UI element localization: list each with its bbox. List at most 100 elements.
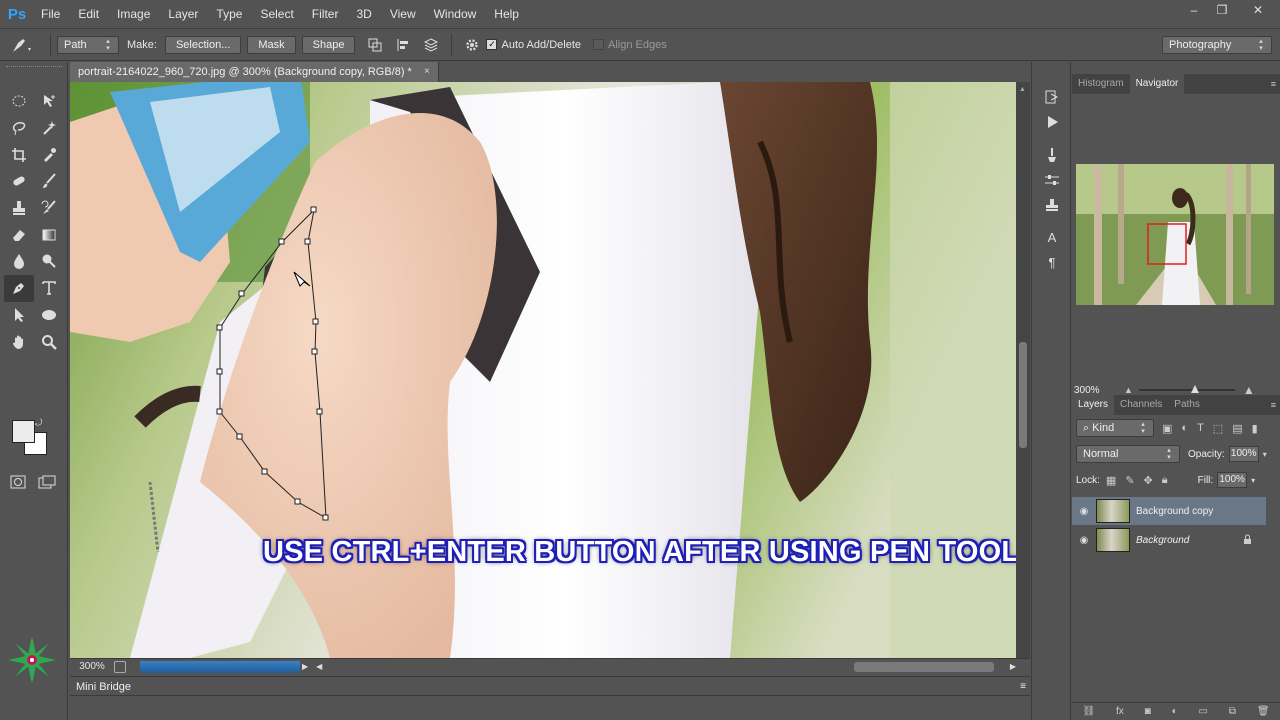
menu-file[interactable]: File	[32, 0, 69, 28]
zoom-slider-thumb[interactable]	[1190, 385, 1199, 393]
pen-tool-icon[interactable]	[4, 274, 34, 302]
adjustments-icon[interactable]	[1032, 167, 1072, 192]
menu-type[interactable]: Type	[207, 0, 251, 28]
tab-navigator[interactable]: Navigator	[1129, 74, 1185, 94]
path-alignment-icon[interactable]	[392, 35, 414, 55]
hand-tool-icon[interactable]	[4, 328, 34, 355]
document-info-icon[interactable]	[114, 660, 126, 673]
blend-mode-dropdown[interactable]: Normal	[1076, 445, 1180, 463]
marquee-tool-icon[interactable]	[4, 88, 34, 115]
link-icon[interactable]: ⛓	[1082, 706, 1095, 717]
healing-brush-tool-icon[interactable]	[4, 168, 34, 195]
swap-colors-icon[interactable]: ⤾	[34, 418, 42, 429]
gear-icon[interactable]	[461, 35, 483, 55]
magic-wand-tool-icon[interactable]	[34, 115, 64, 142]
menu-window[interactable]: Window	[425, 0, 486, 28]
trash-icon[interactable]: 🗑︎	[1257, 706, 1270, 717]
layer-filter-kind-dropdown[interactable]: ⌕ Kind	[1076, 419, 1154, 437]
eye-icon[interactable]: ◉	[1072, 535, 1096, 546]
screen-mode-icon[interactable]	[38, 475, 56, 492]
vertical-scrollbar[interactable]: ▲	[1016, 82, 1030, 658]
eraser-tool-icon[interactable]	[4, 221, 34, 248]
navigator-zoom-value[interactable]: 300%	[1074, 385, 1124, 396]
path-operations-icon[interactable]	[364, 35, 386, 55]
vertical-scroll-thumb[interactable]	[1019, 342, 1027, 448]
filter-toggle-icon[interactable]: ▮	[1252, 422, 1258, 435]
eye-icon[interactable]: ◉	[1072, 506, 1096, 517]
auto-add-delete-checkbox[interactable]: ✓	[486, 39, 498, 50]
tab-histogram[interactable]: Histogram	[1072, 74, 1130, 94]
new-layer-icon[interactable]: ⧉	[1229, 706, 1236, 717]
zoom-out-icon[interactable]: ▲	[1124, 385, 1133, 395]
make-mask-button[interactable]: Mask	[247, 35, 296, 54]
filter-type-icon[interactable]: T	[1197, 422, 1204, 434]
mini-bridge-panel[interactable]: Mini Bridge ≡	[70, 676, 1030, 696]
menu-help[interactable]: Help	[485, 0, 528, 28]
lock-position-icon[interactable]: ✥	[1144, 474, 1153, 487]
folder-icon[interactable]: ▭	[1199, 706, 1208, 717]
clone-source-icon[interactable]	[1032, 192, 1072, 217]
zoom-level[interactable]: 300%	[70, 661, 114, 672]
auto-add-delete-toggle[interactable]: ✓ Auto Add/Delete	[486, 39, 581, 51]
character-panel-icon[interactable]: A	[1032, 225, 1072, 250]
navigator-zoom-slider[interactable]	[1138, 385, 1235, 393]
ellipse-tool-icon[interactable]	[34, 302, 64, 329]
filter-adjustment-icon[interactable]: ◐	[1181, 422, 1188, 434]
path-arrangement-icon[interactable]	[420, 35, 442, 55]
tab-channels[interactable]: Channels	[1114, 395, 1168, 415]
brush-presets-icon[interactable]	[1032, 142, 1072, 167]
layer-background-copy[interactable]: ◉ Background copy	[1072, 497, 1266, 525]
brush-tool-icon[interactable]	[34, 168, 64, 195]
close-button[interactable]: ✕	[1236, 0, 1280, 20]
close-tab-icon[interactable]: ×	[424, 62, 430, 82]
lock-brush-icon[interactable]: ✎	[1125, 474, 1134, 487]
restore-button[interactable]: ❐	[1208, 0, 1236, 20]
document-canvas[interactable]: USE CTRL+ENTER BUTTON AFTER USING PEN TO…	[70, 82, 1016, 658]
panel-menu-icon[interactable]: ≡	[1271, 400, 1276, 410]
quick-mask-icon[interactable]	[10, 475, 26, 492]
fill-input[interactable]: 100%	[1217, 472, 1248, 488]
pen-mode-dropdown[interactable]: Path	[57, 35, 119, 54]
tool-preset-picker[interactable]	[0, 30, 44, 60]
minimize-button[interactable]: –	[1180, 0, 1208, 20]
eyedropper-tool-icon[interactable]	[34, 141, 64, 168]
blur-tool-icon[interactable]	[4, 248, 34, 275]
toolbar-grip[interactable]	[6, 66, 62, 70]
filter-pixel-icon[interactable]: ▣	[1162, 422, 1172, 435]
adjustment-icon[interactable]: ◐	[1172, 706, 1178, 717]
history-brush-tool-icon[interactable]	[34, 195, 64, 222]
history-icon[interactable]	[1032, 84, 1072, 109]
document-tab[interactable]: portrait-2164022_960_720.jpg @ 300% (Bac…	[70, 62, 439, 82]
foreground-color-swatch[interactable]	[12, 420, 35, 443]
make-shape-button[interactable]: Shape	[301, 35, 356, 54]
tab-layers[interactable]: Layers	[1072, 395, 1115, 415]
align-edges-toggle[interactable]: Align Edges	[593, 39, 667, 51]
menu-3d[interactable]: 3D	[347, 0, 380, 28]
layer-background[interactable]: ◉ Background	[1072, 526, 1266, 554]
status-menu-arrow-icon[interactable]: ▶	[302, 662, 308, 671]
tab-paths[interactable]: Paths	[1168, 395, 1206, 415]
menu-image[interactable]: Image	[108, 0, 159, 28]
dodge-tool-icon[interactable]	[34, 248, 64, 275]
menu-edit[interactable]: Edit	[69, 0, 108, 28]
fx-icon[interactable]: fx	[1116, 706, 1124, 717]
zoom-tool-icon[interactable]	[34, 328, 64, 355]
paragraph-panel-icon[interactable]: ¶	[1032, 250, 1072, 275]
fill-dropdown-icon[interactable]: ▾	[1251, 476, 1255, 485]
move-tool-icon[interactable]	[34, 88, 64, 115]
mask-icon[interactable]: ◙	[1145, 706, 1151, 717]
opacity-dropdown-icon[interactable]: ▾	[1263, 450, 1267, 459]
horizontal-scroll-thumb[interactable]	[854, 661, 995, 672]
navigator-thumbnail[interactable]	[1076, 164, 1274, 305]
clone-stamp-tool-icon[interactable]	[4, 195, 34, 222]
panel-menu-icon[interactable]: ≡	[1271, 79, 1276, 89]
crop-tool-icon[interactable]	[4, 141, 34, 168]
menu-filter[interactable]: Filter	[303, 0, 348, 28]
lock-transparent-icon[interactable]: ▦	[1106, 474, 1116, 487]
scroll-up-icon[interactable]: ▲	[1019, 86, 1026, 93]
panel-menu-icon[interactable]: ≡	[1020, 677, 1026, 697]
workspace-dropdown[interactable]: Photography	[1162, 36, 1272, 54]
lock-all-icon[interactable]: 🔒︎	[1162, 474, 1168, 487]
type-tool-icon[interactable]	[34, 275, 64, 302]
scroll-right-icon[interactable]: ▶	[1010, 662, 1016, 671]
